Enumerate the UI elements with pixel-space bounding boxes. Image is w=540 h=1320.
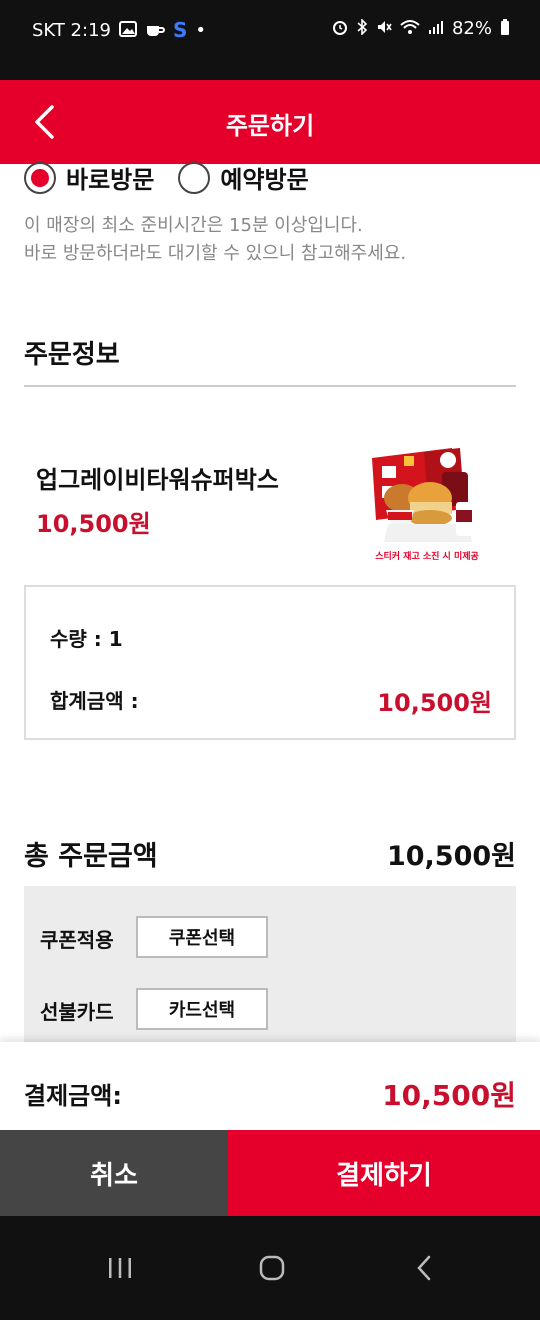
recent-apps-button[interactable] bbox=[90, 1246, 150, 1290]
sum-label: 합계금액 : bbox=[50, 689, 139, 713]
product-price: 10,500원 bbox=[36, 510, 151, 538]
radio-direct-visit-label[interactable]: 바로방문 bbox=[66, 160, 154, 195]
status-left: SKT 2:19 S • bbox=[32, 18, 206, 42]
coupon-label: 쿠폰적용 bbox=[40, 928, 114, 952]
wifi-icon bbox=[400, 19, 420, 38]
giftcard-label: 선불카드 bbox=[40, 1000, 114, 1024]
mute-icon bbox=[376, 19, 392, 38]
payment-amount-panel: 결제금액: 10,500원 bbox=[0, 1042, 540, 1132]
radio-reserve-visit-label[interactable]: 예약방문 bbox=[220, 160, 308, 195]
section-divider bbox=[24, 385, 516, 387]
system-nav-bar bbox=[0, 1216, 540, 1320]
nav-back-button[interactable] bbox=[394, 1246, 454, 1290]
signal-icon bbox=[428, 19, 444, 38]
product-image: 스티커 재고 소진 시 미제공 bbox=[372, 448, 479, 562]
coffee-icon bbox=[145, 21, 165, 40]
product-image-caption: 스티커 재고 소진 시 미제공 bbox=[375, 550, 479, 562]
status-right: 82% bbox=[332, 18, 510, 39]
battery-percent: 82% bbox=[451, 18, 492, 39]
carrier-time: SKT 2:19 bbox=[32, 19, 111, 41]
cancel-button[interactable]: 취소 bbox=[0, 1130, 228, 1216]
payment-amount-value: 10,500원 bbox=[382, 1079, 516, 1112]
action-bar: 취소 결제하기 bbox=[0, 1130, 540, 1216]
notification-dot: • bbox=[195, 19, 207, 41]
payment-amount-label: 결제금액: bbox=[24, 1082, 122, 1110]
recent-apps-icon bbox=[109, 1258, 131, 1278]
product-name: 업그레이비타워슈퍼박스 bbox=[36, 466, 279, 494]
status-bar: SKT 2:19 S • 82% bbox=[0, 0, 540, 80]
app-header: 주문하기 bbox=[0, 80, 540, 164]
radio-reserve-visit[interactable] bbox=[178, 161, 211, 194]
total-order-title: 총 주문금액 bbox=[24, 841, 158, 872]
battery-icon bbox=[500, 19, 510, 38]
samsung-s-icon: S bbox=[172, 18, 188, 42]
payment-options-panel: 쿠폰적용 쿠폰선택 선불카드 카드선택 bbox=[24, 886, 516, 1046]
page-title: 주문하기 bbox=[225, 112, 315, 140]
gallery-icon bbox=[118, 20, 137, 40]
total-order-value: 10,500원 bbox=[386, 841, 516, 872]
radio-direct-visit[interactable] bbox=[24, 161, 56, 194]
coupon-select-button[interactable]: 쿠폰선택 bbox=[136, 916, 268, 958]
alarm-icon bbox=[332, 19, 348, 38]
home-icon bbox=[259, 1255, 285, 1281]
notice-line-2: 바로 방문하더라도 대기할 수 있으니 참고해주세요. bbox=[24, 243, 407, 264]
giftcard-select-button[interactable]: 카드선택 bbox=[136, 988, 268, 1030]
quantity-summary-box: 수량 : 1 합계금액 : 10,500원 bbox=[24, 585, 516, 740]
quantity-label: 수량 : 1 bbox=[50, 627, 123, 651]
order-info-title: 주문정보 bbox=[24, 340, 120, 370]
notice-line-1: 이 매장의 최소 준비시간은 15분 이상입니다. bbox=[24, 215, 363, 236]
bluetooth-icon bbox=[356, 18, 368, 38]
prep-time-notice: 이 매장의 최소 준비시간은 15분 이상입니다. 바로 방문하더라도 대기할 … bbox=[24, 212, 406, 268]
visit-type-selector: 바로방문 예약방문 bbox=[24, 160, 323, 195]
home-button[interactable] bbox=[242, 1246, 302, 1290]
pay-button[interactable]: 결제하기 bbox=[228, 1130, 540, 1216]
sum-value: 10,500원 bbox=[377, 689, 492, 717]
nav-back-icon bbox=[417, 1255, 431, 1281]
